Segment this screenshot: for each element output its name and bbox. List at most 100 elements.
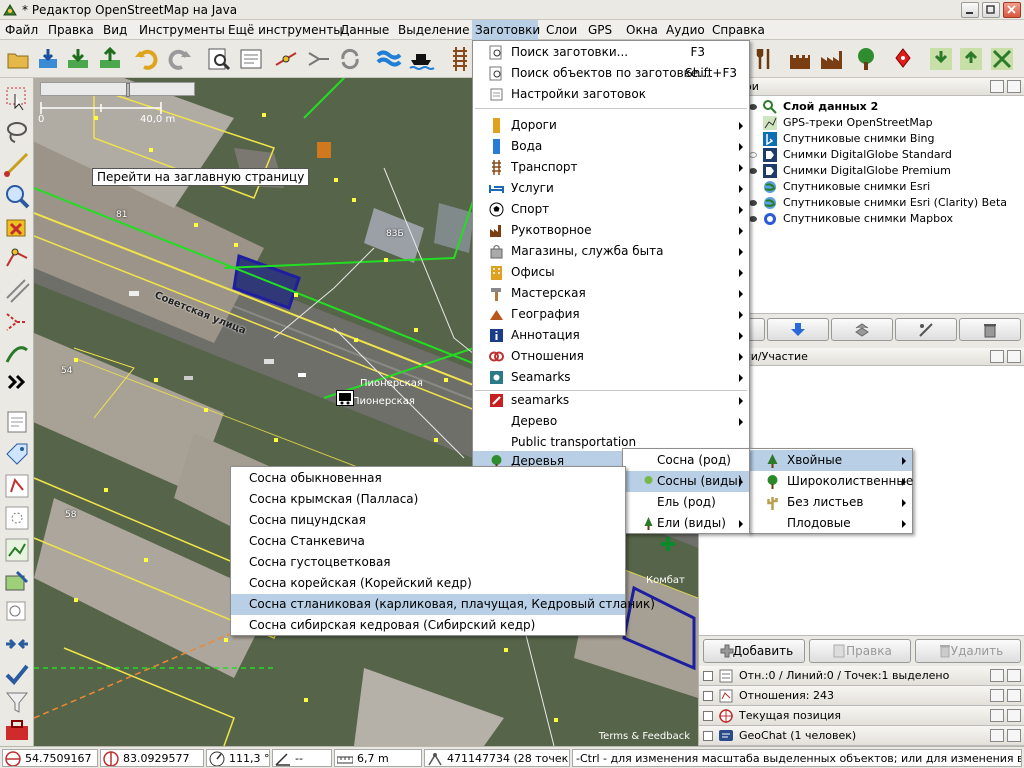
- menu-item-conifers[interactable]: Хвойные: [749, 450, 912, 471]
- tree-toolbar-icon[interactable]: [852, 45, 880, 73]
- redo-icon[interactable]: [166, 45, 194, 73]
- maximize-button[interactable]: [982, 2, 1000, 18]
- menu-file[interactable]: Файл: [2, 20, 41, 40]
- expand-arrow-icon[interactable]: [703, 711, 713, 721]
- terms-and-feedback-link[interactable]: Terms & Feedback: [599, 731, 690, 742]
- delete-tool-icon[interactable]: [3, 214, 31, 242]
- menu-item-geography[interactable]: География: [473, 304, 749, 325]
- open-file-icon[interactable]: [4, 45, 32, 73]
- visibility-icon[interactable]: [749, 104, 757, 110]
- menu-item-pine-species-option[interactable]: Сосна крымская (Палласа): [231, 489, 625, 510]
- menu-view[interactable]: Вид: [100, 20, 130, 40]
- filter-layers-icon[interactable]: [3, 598, 31, 626]
- menu-item-craft[interactable]: Мастерская: [473, 283, 749, 304]
- menu-item-pine-genus[interactable]: Сосна (род): [623, 450, 749, 471]
- menu-item-shops[interactable]: Магазины, служба быта: [473, 241, 749, 262]
- menu-item-pine-species-option[interactable]: Сосна пицундская: [231, 510, 625, 531]
- menu-item-pine-species-option[interactable]: Сосна обыкновенная: [231, 468, 625, 489]
- industrial-icon[interactable]: [818, 45, 846, 73]
- menu-selection[interactable]: Выделение: [395, 20, 472, 40]
- scale-bar[interactable]: [40, 82, 195, 97]
- relations-panel[interactable]: Отношения: 243: [699, 686, 1024, 706]
- expand-arrow-icon[interactable]: [703, 731, 713, 741]
- close-panel-button[interactable]: [1007, 350, 1021, 363]
- reload-icon[interactable]: [336, 45, 364, 73]
- menu-item-seamarks[interactable]: Seamarks: [473, 367, 749, 388]
- parallel-way-tool-icon[interactable]: [3, 276, 31, 304]
- bus-stop-icon[interactable]: [336, 390, 354, 406]
- expand-arrow-icon[interactable]: [703, 691, 713, 701]
- zoom-icon[interactable]: [205, 45, 233, 73]
- close-window-button[interactable]: [1003, 2, 1021, 18]
- menu-more-tools[interactable]: Ещё инструменты: [225, 20, 346, 40]
- menu-item-services[interactable]: Услуги: [473, 178, 749, 199]
- visibility-icon[interactable]: [749, 200, 757, 206]
- relation-icon[interactable]: [3, 472, 31, 500]
- close-panel-button[interactable]: [1007, 80, 1021, 93]
- draw-tool-icon[interactable]: [3, 150, 31, 178]
- menu-item-tree[interactable]: Дерево: [473, 411, 749, 432]
- menu-item-pine-species-option[interactable]: Сосна корейская (Корейский кедр): [231, 573, 625, 594]
- hospital-cross-icon[interactable]: [660, 536, 676, 552]
- menu-item-annotation[interactable]: Аннотация: [473, 325, 749, 346]
- download-data-icon[interactable]: [34, 45, 62, 73]
- menu-item-seamarks-plugin[interactable]: seamarks: [473, 390, 749, 411]
- layer-opacity-button[interactable]: [895, 318, 957, 341]
- move-layer-down-button[interactable]: [767, 318, 829, 341]
- add-tag-button[interactable]: Добавить: [703, 639, 805, 663]
- ferry-icon[interactable]: [407, 45, 435, 73]
- tag-icon[interactable]: [3, 440, 31, 468]
- split-tool-icon[interactable]: [3, 340, 31, 368]
- delete-layer-button[interactable]: [959, 318, 1021, 341]
- menu-item-water[interactable]: Вода: [473, 136, 749, 157]
- menu-item-pine-species-option[interactable]: Сосна Станкевича: [231, 531, 625, 552]
- save-icon[interactable]: [64, 45, 92, 73]
- menu-tools[interactable]: Инструменты: [136, 20, 228, 40]
- detach-panel-button[interactable]: [990, 80, 1004, 93]
- poi-marker-icon[interactable]: [889, 45, 917, 73]
- toolbox-icon[interactable]: [3, 716, 31, 744]
- improve-way-tool-icon[interactable]: [3, 244, 31, 272]
- select-tool-icon[interactable]: [3, 84, 31, 112]
- menu-item-pine-species-option[interactable]: Сосна сибирская кедровая (Сибирский кедр…: [231, 615, 625, 636]
- menu-item-search-preset[interactable]: Поиск заготовки... F3: [473, 42, 749, 63]
- menu-edit[interactable]: Правка: [45, 20, 97, 40]
- visibility-icon[interactable]: [749, 216, 757, 222]
- menu-item-pine-species-option[interactable]: Сосна густоцветковая: [231, 552, 625, 573]
- split-way-icon[interactable]: [272, 45, 300, 73]
- menu-item-relations[interactable]: Отношения: [473, 346, 749, 367]
- more-tools-icon[interactable]: [3, 368, 31, 396]
- minimize-button[interactable]: [961, 2, 979, 18]
- menu-item-spruce-species[interactable]: Ели (виды): [623, 513, 749, 534]
- menu-item-offices[interactable]: Офисы: [473, 262, 749, 283]
- edit-tag-button[interactable]: Правка: [809, 639, 911, 663]
- menu-help[interactable]: Справка: [709, 20, 768, 40]
- detach-panel-button[interactable]: [990, 689, 1004, 702]
- visibility-icon[interactable]: [749, 152, 757, 158]
- add-node-icon[interactable]: [927, 45, 955, 73]
- detach-panel-button[interactable]: [990, 669, 1004, 682]
- menu-item-fruit[interactable]: Плодовые: [749, 513, 912, 534]
- menu-item-spruce-genus[interactable]: Ель (род): [623, 492, 749, 513]
- detach-panel-button[interactable]: [990, 709, 1004, 722]
- railway-icon[interactable]: [446, 45, 474, 73]
- menu-audio[interactable]: Аудио: [663, 20, 708, 40]
- extrude-tool-icon[interactable]: [3, 308, 31, 336]
- menu-windows[interactable]: Окна: [623, 20, 661, 40]
- delete-tag-button[interactable]: Удалить: [915, 639, 1021, 663]
- notes-icon[interactable]: [3, 408, 31, 436]
- menu-item-man-made[interactable]: Рукотворное: [473, 220, 749, 241]
- combine-way-icon[interactable]: [305, 45, 333, 73]
- menu-item-search-by-preset[interactable]: Поиск объектов по заготовке... Shift+F3: [473, 63, 749, 84]
- selection-panel[interactable]: Отн.:0 / Линий:0 / Точек:1 выделено: [699, 666, 1024, 686]
- close-panel-button[interactable]: [1007, 709, 1021, 722]
- menu-layers[interactable]: Слои: [543, 20, 580, 40]
- close-panel-button[interactable]: [1007, 689, 1021, 702]
- scale-slider-handle[interactable]: [126, 83, 130, 97]
- merge-layer-button[interactable]: [831, 318, 893, 341]
- waterway-icon[interactable]: [375, 45, 403, 73]
- merge-nodes-icon[interactable]: [3, 630, 31, 658]
- expand-arrow-icon[interactable]: [703, 671, 713, 681]
- menu-presets[interactable]: Заготовки: [472, 20, 540, 40]
- zoom-tool-icon[interactable]: [3, 182, 31, 210]
